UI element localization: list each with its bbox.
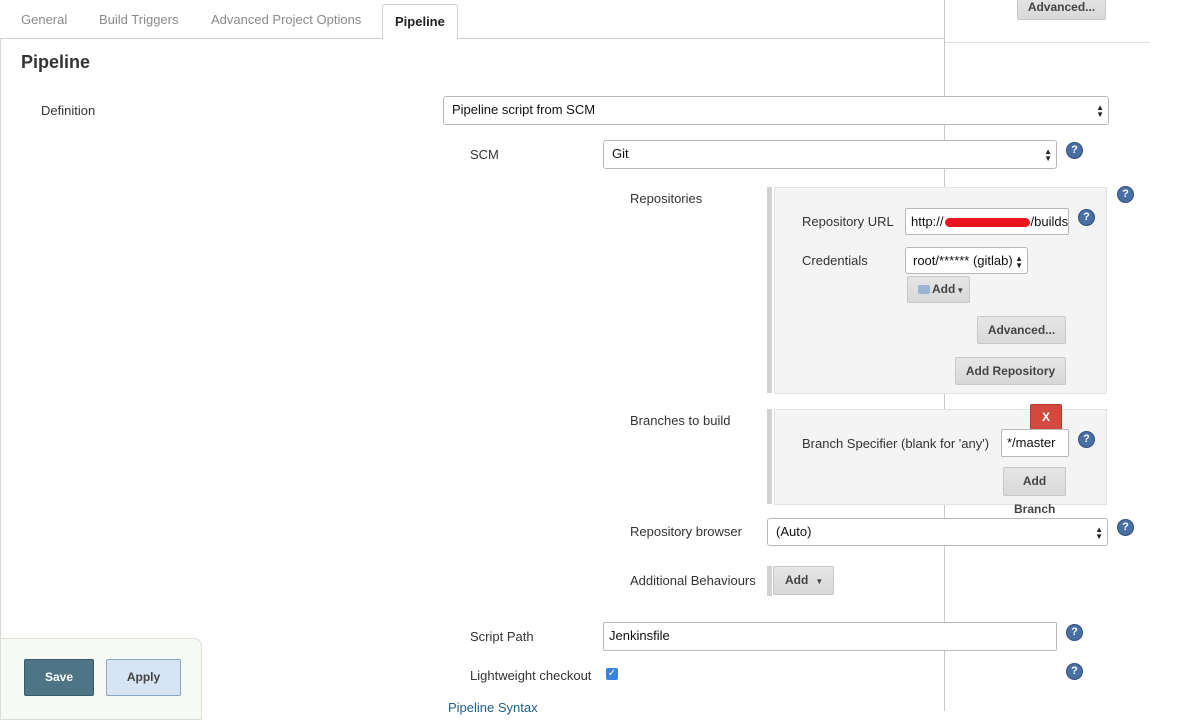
scm-help-icon[interactable]: ? bbox=[1067, 143, 1082, 158]
lightweight-help-icon[interactable]: ? bbox=[1067, 664, 1082, 679]
add-branch-button[interactable]: Add bbox=[1003, 467, 1066, 496]
key-icon bbox=[918, 285, 930, 295]
scm-value: Git bbox=[612, 146, 629, 161]
repo-browser-select[interactable]: (Auto) ▲ ▼ bbox=[767, 518, 1108, 546]
caret-down-icon: ▼ bbox=[815, 577, 824, 586]
repo-browser-value: (Auto) bbox=[776, 524, 812, 539]
repo-browser-help-icon[interactable]: ? bbox=[1118, 520, 1133, 535]
select-arrows-icon: ▲ ▼ bbox=[1015, 254, 1023, 270]
script-path-label: Script Path bbox=[470, 629, 534, 644]
additional-add-button[interactable]: Add ▼ bbox=[773, 566, 834, 595]
branch-specifier-help-icon[interactable]: ? bbox=[1079, 432, 1094, 447]
branches-bar bbox=[767, 409, 772, 504]
lightweight-checkbox[interactable]: ✓ bbox=[606, 668, 618, 680]
script-path-help-icon[interactable]: ? bbox=[1067, 625, 1082, 640]
caret-down-icon: ▼ bbox=[956, 286, 965, 295]
left-border bbox=[0, 0, 1, 711]
branch-specifier-input[interactable]: */master bbox=[1001, 429, 1069, 457]
credentials-add-button[interactable]: Add▼ bbox=[907, 276, 970, 303]
repository-url-input[interactable]: http:// /builds bbox=[905, 208, 1069, 235]
script-path-input[interactable]: Jenkinsfile bbox=[603, 622, 1057, 651]
additional-add-label: Add bbox=[785, 573, 809, 587]
credentials-value: root/****** (gitlab) bbox=[913, 253, 1013, 268]
select-arrows-icon: ▲ ▼ bbox=[1044, 147, 1052, 163]
branches-label: Branches to build bbox=[630, 413, 731, 428]
delete-branch-button[interactable]: X bbox=[1030, 404, 1062, 431]
lightweight-label: Lightweight checkout bbox=[470, 668, 592, 683]
save-button[interactable]: Save bbox=[24, 659, 94, 696]
repository-url-label: Repository URL bbox=[802, 214, 894, 229]
tab-general[interactable]: General bbox=[21, 0, 67, 38]
repo-browser-label: Repository browser bbox=[630, 524, 742, 539]
pipeline-syntax-link[interactable]: Pipeline Syntax bbox=[448, 700, 538, 715]
top-advanced-button[interactable]: Advanced... bbox=[1017, 0, 1106, 20]
select-arrows-icon: ▲ ▼ bbox=[1095, 525, 1103, 541]
add-repository-button[interactable]: Add Repository bbox=[955, 357, 1066, 385]
definition-value: Pipeline script from SCM bbox=[452, 102, 596, 117]
tab-advanced-project-options[interactable]: Advanced Project Options bbox=[211, 0, 361, 38]
tab-bar: General Build Triggers Advanced Project … bbox=[0, 0, 944, 40]
select-arrows-icon: ▲ ▼ bbox=[1096, 103, 1104, 119]
add-branch-caption: Branch bbox=[1014, 502, 1056, 516]
definition-label: Definition bbox=[41, 103, 96, 118]
tab-build-triggers[interactable]: Build Triggers bbox=[99, 0, 178, 38]
additional-behaviours-label: Additional Behaviours bbox=[630, 573, 756, 588]
redacted-mark bbox=[944, 218, 1030, 228]
additional-bar bbox=[767, 566, 772, 596]
credentials-label: Credentials bbox=[802, 253, 868, 268]
repository-advanced-button[interactable]: Advanced... bbox=[977, 316, 1066, 344]
scm-select[interactable]: Git ▲ ▼ bbox=[603, 140, 1057, 169]
tab-pipeline[interactable]: Pipeline bbox=[382, 4, 458, 40]
repositories-help-icon[interactable]: ? bbox=[1118, 187, 1133, 202]
apply-button[interactable]: Apply bbox=[106, 659, 181, 696]
repository-url-suffix: /builds bbox=[1030, 214, 1069, 229]
credentials-add-label: Add bbox=[932, 282, 956, 296]
scm-label: SCM bbox=[470, 147, 499, 162]
credentials-select[interactable]: root/****** (gitlab) ▲ ▼ bbox=[905, 247, 1028, 274]
branch-specifier-label: Branch Specifier (blank for 'any') bbox=[802, 436, 990, 451]
repository-url-help-icon[interactable]: ? bbox=[1079, 210, 1094, 225]
repository-url-prefix: http:// bbox=[911, 214, 944, 229]
definition-select[interactable]: Pipeline script from SCM ▲ ▼ bbox=[443, 96, 1109, 125]
repositories-bar bbox=[767, 187, 772, 393]
section-title: Pipeline bbox=[21, 52, 91, 72]
repositories-label: Repositories bbox=[630, 191, 703, 206]
right-separator bbox=[945, 42, 1150, 43]
